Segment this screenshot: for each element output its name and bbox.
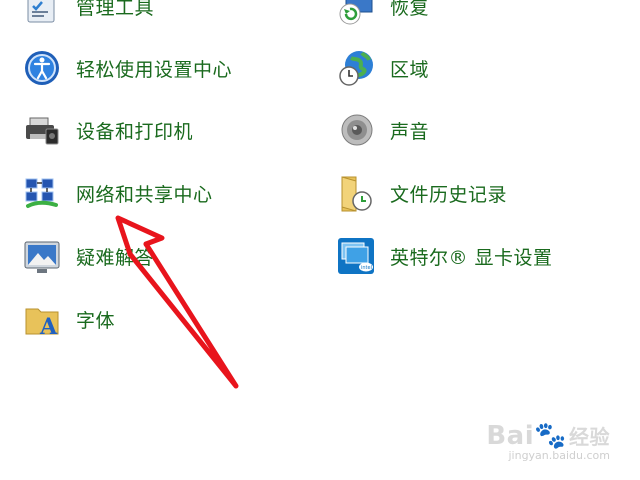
- item-ease-of-access[interactable]: 轻松使用设置中心: [22, 46, 232, 90]
- watermark-brand-cn: 经验: [569, 425, 610, 449]
- intel-graphics-icon: intel: [336, 236, 376, 276]
- item-region[interactable]: 区域: [336, 46, 429, 90]
- item-fonts-label: 字体: [76, 309, 116, 332]
- item-intel-graphics[interactable]: intel 英特尔® 显卡设置: [336, 234, 553, 278]
- file-history-icon: [336, 173, 376, 213]
- item-sound[interactable]: 声音: [336, 108, 429, 152]
- watermark-paw-icon: 🐾: [534, 421, 567, 451]
- item-ease-of-access-label: 轻松使用设置中心: [76, 58, 233, 81]
- svg-text:intel: intel: [361, 265, 372, 271]
- item-network-sharing[interactable]: 网络和共享中心: [22, 171, 213, 215]
- item-network-sharing-label: 网络和共享中心: [76, 183, 213, 206]
- item-recovery[interactable]: 恢复: [336, 0, 429, 28]
- baidu-watermark: Bai🐾 经验 jingyan.baidu.com: [486, 421, 610, 462]
- item-devices-printers-label: 设备和打印机: [76, 120, 194, 143]
- watermark-brand: Bai: [486, 421, 535, 451]
- item-fonts[interactable]: A 字体: [22, 297, 115, 341]
- item-troubleshooting-label: 疑难解答: [76, 246, 155, 269]
- item-admin-tools[interactable]: 管理工具: [22, 0, 154, 28]
- item-admin-tools-label: 管理工具: [76, 0, 155, 19]
- item-file-history[interactable]: 文件历史记录: [336, 171, 507, 215]
- item-intel-graphics-label: 英特尔® 显卡设置: [390, 246, 553, 269]
- speaker-icon: [336, 110, 376, 150]
- svg-text:A: A: [39, 314, 58, 339]
- network-icon: [22, 173, 62, 213]
- item-region-label: 区域: [390, 58, 430, 81]
- item-devices-printers[interactable]: 设备和打印机: [22, 108, 193, 152]
- item-recovery-label: 恢复: [390, 0, 430, 19]
- item-file-history-label: 文件历史记录: [390, 183, 508, 206]
- item-sound-label: 声音: [390, 120, 430, 143]
- admin-tools-icon: [22, 0, 62, 26]
- item-troubleshooting[interactable]: 疑难解答: [22, 234, 154, 278]
- printer-icon: [22, 110, 62, 150]
- troubleshoot-icon: [22, 236, 62, 276]
- recovery-icon: [336, 0, 376, 26]
- fonts-icon: A: [22, 299, 62, 339]
- region-globe-icon: [336, 48, 376, 88]
- ease-of-access-icon: [22, 48, 62, 88]
